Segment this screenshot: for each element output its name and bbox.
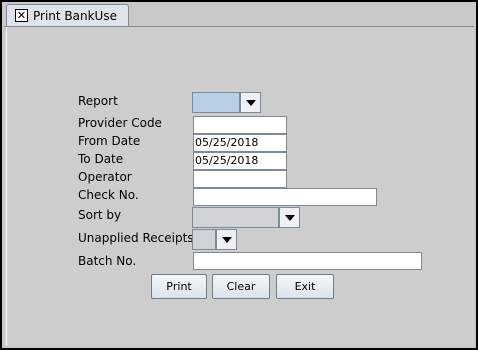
unapplied-receipts-select-value[interactable] <box>192 229 216 250</box>
operator-label: Operator <box>78 170 132 184</box>
window-frame: ✕ Print BankUse Report Provider Code Fro… <box>0 0 478 350</box>
print-button-mnemonic: P <box>166 280 173 293</box>
report-dropdown-button[interactable] <box>240 92 261 113</box>
clear-button-label-end: ear <box>237 280 256 293</box>
unapplied-receipts-label: Unapplied Receipts <box>78 231 194 245</box>
check-no-label: Check No. <box>78 188 139 202</box>
close-icon[interactable]: ✕ <box>15 9 28 22</box>
provider-code-label: Provider Code <box>78 116 162 130</box>
sort-by-select-value[interactable] <box>192 207 279 228</box>
report-select-value[interactable] <box>192 92 240 113</box>
report-label: Report <box>78 94 118 108</box>
from-date-field[interactable]: 05/25/2018 <box>193 134 287 152</box>
print-button[interactable]: Print <box>151 274 207 299</box>
unapplied-receipts-dropdown-button[interactable] <box>216 229 237 250</box>
unapplied-receipts-select[interactable] <box>192 229 237 250</box>
chevron-down-icon <box>221 236 232 243</box>
tab-strip: ✕ Print BankUse <box>2 2 476 27</box>
sort-by-select[interactable] <box>192 207 300 228</box>
check-no-field[interactable] <box>193 188 377 206</box>
tab-title: Print BankUse <box>33 8 117 23</box>
chevron-down-icon <box>245 99 256 106</box>
print-form-panel: Report Provider Code From Date 05/25/201… <box>6 27 474 346</box>
exit-button-label-end: it <box>308 280 316 293</box>
provider-code-field[interactable] <box>193 116 287 134</box>
sort-by-dropdown-button[interactable] <box>279 207 300 228</box>
exit-button[interactable]: Ex it <box>276 274 334 299</box>
operator-field[interactable] <box>193 170 287 188</box>
tab-print-bankuse[interactable]: ✕ Print BankUse <box>6 4 129 26</box>
to-date-field[interactable]: 05/25/2018 <box>193 152 287 170</box>
chevron-down-icon <box>284 214 295 221</box>
from-date-label: From Date <box>78 134 141 148</box>
batch-no-field[interactable] <box>193 252 422 270</box>
batch-no-label: Batch No. <box>78 254 137 268</box>
report-select[interactable] <box>192 92 261 113</box>
clear-button-label-start: C <box>226 280 235 293</box>
sort-by-label: Sort by <box>78 208 122 222</box>
print-button-label: rint <box>172 280 192 293</box>
clear-button[interactable]: Cl ear <box>212 274 270 299</box>
to-date-label: To Date <box>78 152 124 166</box>
exit-button-label-start: E <box>294 280 302 293</box>
